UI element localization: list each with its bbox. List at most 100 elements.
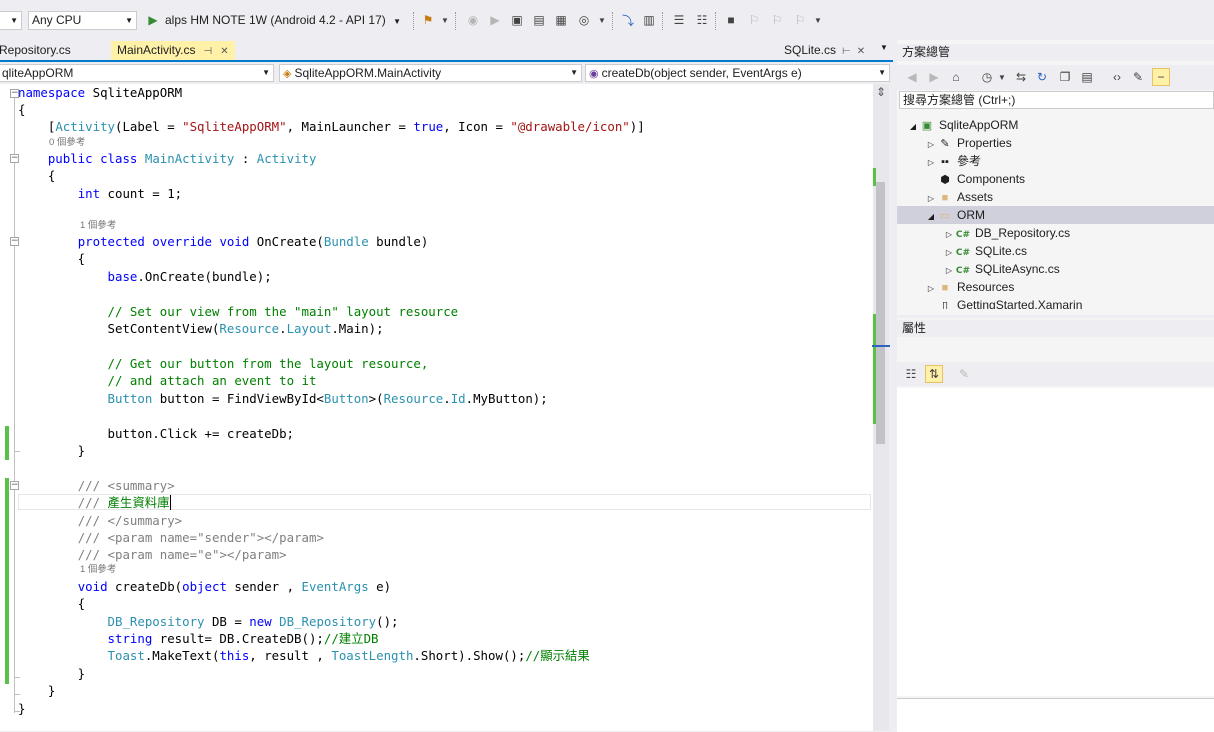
code-line-13: // and attach an event to it (107, 373, 317, 388)
properties-object-dropdown[interactable] (897, 338, 1214, 360)
collapse-all-icon[interactable]: ❐ (1056, 68, 1074, 86)
code-line-7: protected override void OnCreate(Bundle … (77, 234, 429, 249)
android-device-icon[interactable]: ▣ (509, 12, 525, 28)
tree-item-assets[interactable]: ▷ ■ Assets (925, 188, 993, 206)
chevron-down-icon[interactable]: ▼ (594, 12, 610, 28)
document-tab-strip: Repository.cs MainActivity.cs ⊣ ✕ SQLite.c… (0, 40, 897, 62)
tree-item-resources[interactable]: ▷ ■ Resources (925, 278, 1014, 296)
pin-icon[interactable]: − (1152, 68, 1170, 86)
property-description (897, 698, 1214, 732)
comment-icon[interactable]: ☰ (671, 12, 687, 28)
components-icon: ⬢ (940, 174, 950, 186)
close-icon[interactable]: ✕ (220, 46, 228, 57)
code-lens-references[interactable]: 1 個參考 (80, 564, 116, 576)
project-value: qliteAppORM (2, 66, 74, 80)
code-lens-references[interactable]: 0 個參考 (49, 137, 85, 149)
tree-label: ORM (957, 208, 985, 222)
bookmark-icon[interactable]: ■ (723, 12, 739, 28)
solution-explorer-title[interactable]: 方案總管 (897, 44, 1214, 61)
prev-bookmark-icon[interactable]: ⚐ (746, 12, 762, 28)
tab-label: Repository.cs (0, 43, 71, 57)
pin-icon[interactable]: ⊣ (203, 46, 212, 57)
chevron-down-icon[interactable]: ▼ (993, 68, 1011, 86)
code-line-22: void createDb(object sender , EventArgs … (77, 579, 392, 594)
globe-icon[interactable]: ◎ (576, 12, 592, 28)
expanded-icon[interactable]: ◢ (925, 208, 937, 226)
configuration-dropdown[interactable]: ▼ (0, 11, 22, 30)
code-line-6: int count = 1; (77, 186, 183, 201)
tab-repository[interactable]: Repository.cs (0, 41, 77, 60)
tree-label: 參考 (957, 154, 982, 168)
pause-icon[interactable]: ◉ (465, 12, 481, 28)
tree-item-references[interactable]: ▷ ▪▪ 參考 (925, 152, 981, 170)
member-dropdown[interactable]: ◉ createDb(object sender, EventArgs e) ▼ (585, 64, 890, 82)
split-editor-icon[interactable]: ⇕ (873, 84, 889, 100)
main-toolbar: ▼ Any CPU ▼ ▶ alps HM NOTE 1W (Android 4… (0, 8, 1214, 34)
tree-label: Assets (957, 190, 994, 204)
properties-panel: 屬性 ☷ ⇅ ✎ (897, 318, 1214, 732)
tree-item-sqlite[interactable]: ▷ C# SQLite.cs (943, 242, 1027, 260)
property-pages-icon[interactable]: ✎ (955, 365, 973, 383)
property-grid[interactable] (897, 388, 1214, 696)
scrollbar-thumb[interactable] (876, 182, 885, 444)
editor-vertical-scrollbar[interactable]: ⇕ (873, 84, 889, 731)
step-icon[interactable]: ⤵ (620, 12, 636, 28)
view-code-icon[interactable]: ‹› (1108, 68, 1126, 86)
tree-item-db-repository[interactable]: ▷ C# DB_Repository.cs (943, 224, 1070, 242)
uncomment-icon[interactable]: ☷ (694, 12, 710, 28)
alphabetical-icon[interactable]: ⇅ (925, 365, 943, 383)
code-lens-references[interactable]: 1 個參考 (80, 220, 116, 232)
tab-sqlite[interactable]: SQLite.cs ⊢ ✕ (778, 41, 871, 60)
terminal-icon[interactable]: ▤ (531, 12, 547, 28)
tree-item-orm[interactable]: ◢ ▭ ORM (925, 206, 985, 224)
code-line-20: /// <param name="sender"></param> (77, 530, 324, 545)
solution-search-input[interactable]: 搜尋方案總管 (Ctrl+;) (899, 91, 1214, 109)
caret-position-marker (872, 345, 890, 347)
start-debugging-icon[interactable]: ▶ (145, 12, 161, 28)
code-line-9: base.OnCreate(bundle); (107, 269, 272, 284)
layout-icon[interactable]: ▥ (641, 12, 657, 28)
chevron-down-icon[interactable]: ▼ (437, 12, 453, 28)
wrench-icon[interactable]: ✎ (1129, 68, 1147, 86)
class-dropdown[interactable]: ◈ SqliteAppORM.MainActivity ▼ (279, 64, 582, 82)
properties-title[interactable]: 屬性 (897, 320, 1214, 337)
tree-item-properties[interactable]: ▷ ✎ Properties (925, 134, 1012, 152)
back-icon[interactable]: ◀ (903, 68, 921, 86)
code-editor[interactable]: − − − − namespace SqliteAppORM { [Activi… (0, 84, 873, 731)
toolbar-separator (455, 12, 457, 30)
emulator-icon[interactable]: ▦ (553, 12, 569, 28)
expanded-icon[interactable]: ◢ (907, 118, 919, 136)
forward-icon[interactable]: ▶ (925, 68, 943, 86)
home-icon[interactable]: ⌂ (947, 68, 965, 86)
code-line-23: { (18, 596, 86, 611)
next-bookmark-icon[interactable]: ⚐ (769, 12, 785, 28)
solution-explorer: 方案總管 ◀ ▶ ⌂ ◷ ▼ ⇆ ↻ ❐ ▤ ‹› ✎ − 搜尋方案總管 (Ct… (897, 40, 1214, 315)
code-line-2: { (18, 102, 26, 117)
tab-overflow-icon[interactable]: ▼ (880, 43, 888, 52)
tree-item-project[interactable]: ◢ ▣ SqliteAppORM (907, 116, 1018, 134)
find-icon[interactable]: ⚑ (420, 12, 436, 28)
tree-item-getting-started[interactable]: ▯ GettingStarted.Xamarin (925, 296, 1082, 309)
tree-item-components[interactable]: ⬢ Components (925, 170, 1025, 188)
chevron-down-icon[interactable]: ▼ (810, 12, 826, 28)
change-marker (5, 426, 9, 460)
clear-bookmarks-icon[interactable]: ⚐ (792, 12, 808, 28)
pin-icon[interactable]: ⊢ (842, 46, 851, 57)
code-line-15: button.Click += createDb; (18, 426, 295, 441)
wrench-icon: ✎ (940, 138, 950, 150)
chevron-down-icon: ▼ (878, 68, 886, 77)
tree-item-sqliteasync[interactable]: ▷ C# SQLiteAsync.cs (943, 260, 1060, 278)
close-icon[interactable]: ✕ (857, 46, 865, 57)
run-target-button[interactable]: alps HM NOTE 1W (Android 4.2 - API 17) ▼ (165, 12, 401, 30)
refresh-icon[interactable]: ↻ (1033, 68, 1051, 86)
platform-dropdown[interactable]: Any CPU ▼ (28, 11, 137, 30)
chevron-down-icon: ▼ (10, 16, 18, 25)
categorized-icon[interactable]: ☷ (902, 365, 920, 383)
play-icon[interactable]: ▶ (487, 12, 503, 28)
change-marker (5, 478, 9, 684)
tab-mainactivity[interactable]: MainActivity.cs ⊣ ✕ (111, 41, 235, 60)
project-dropdown[interactable]: qliteAppORM ▼ (0, 64, 274, 82)
sync-icon[interactable]: ⇆ (1012, 68, 1030, 86)
show-all-files-icon[interactable]: ▤ (1078, 68, 1096, 86)
tree-label: Properties (957, 136, 1012, 150)
